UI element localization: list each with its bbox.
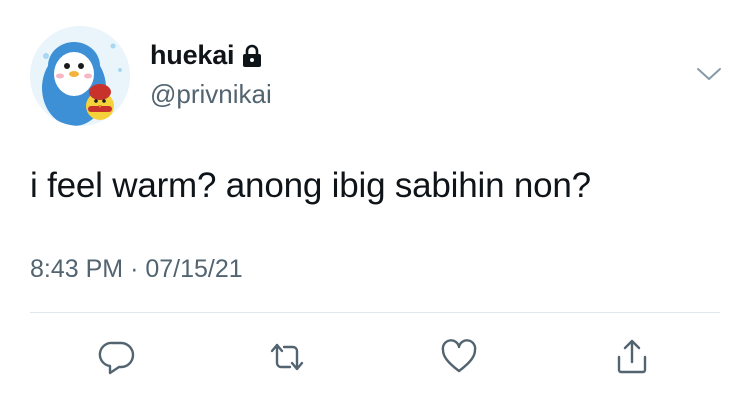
- share-icon: [617, 339, 647, 374]
- reply-button[interactable]: [95, 336, 139, 378]
- chevron-down-icon: [697, 68, 721, 80]
- penguin-avatar: [30, 26, 130, 126]
- share-button[interactable]: [610, 336, 654, 378]
- display-name[interactable]: huekai: [150, 40, 235, 71]
- user-handle[interactable]: @privnikai: [150, 79, 272, 110]
- tweet-menu-button[interactable]: [695, 62, 723, 86]
- timestamp-separator: ·: [130, 255, 139, 283]
- divider: [30, 312, 720, 313]
- name-row: huekai: [150, 40, 263, 71]
- retweet-button[interactable]: [265, 336, 309, 378]
- heart-icon: [441, 339, 477, 373]
- tweet-timestamp[interactable]: 8:43 PM · 07/15/21: [30, 255, 243, 284]
- avatar[interactable]: [30, 26, 130, 126]
- like-button[interactable]: [437, 336, 481, 378]
- lock-icon: [241, 44, 263, 68]
- tweet-text: i feel warm? anong ibig sabihin non?: [30, 166, 591, 205]
- retweet-icon: [270, 343, 304, 371]
- tweet-date: 07/15/21: [145, 255, 243, 283]
- reply-icon: [98, 341, 135, 375]
- tweet-time: 8:43 PM: [30, 255, 124, 283]
- tweet-card: huekai @privnikai i feel warm? anong ibi…: [0, 0, 750, 401]
- action-bar: [0, 336, 750, 378]
